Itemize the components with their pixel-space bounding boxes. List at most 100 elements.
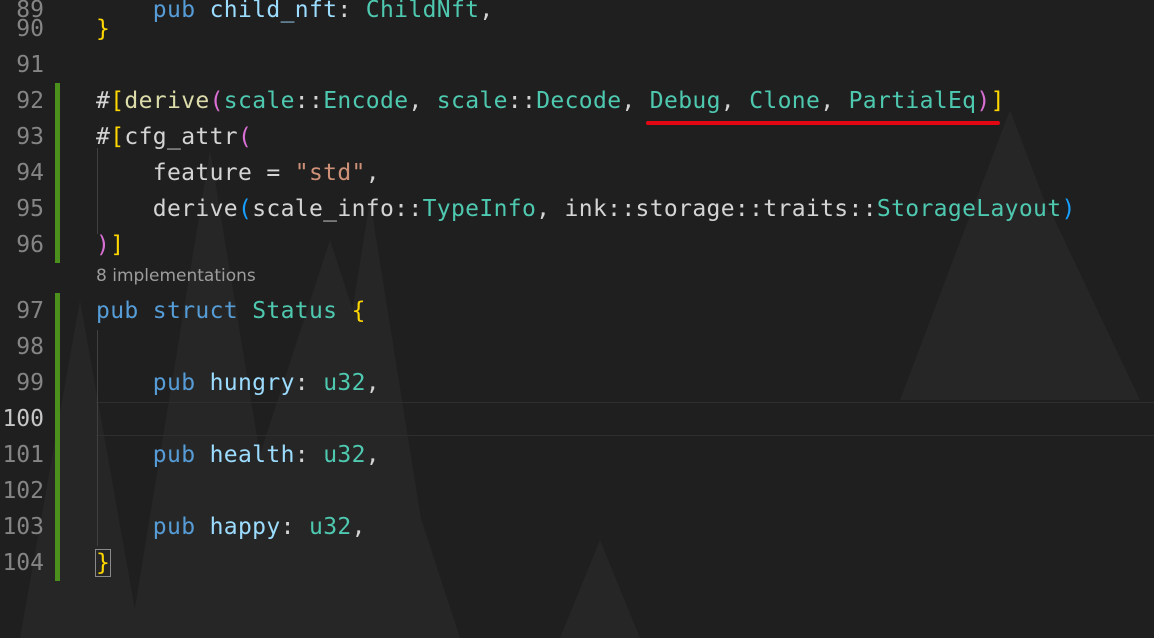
code-token: # (96, 88, 111, 114)
code-text: pub health: u32, (96, 442, 380, 468)
code-token: struct (152, 298, 238, 324)
code-token: , (820, 88, 849, 114)
code-token: ( (209, 88, 224, 114)
code-token: derive (96, 196, 238, 222)
code-text: pub hungry: u32, (96, 370, 380, 396)
code-token: TypeInfo (422, 196, 537, 222)
code-token: Encode (323, 88, 409, 114)
code-text: #[derive(scale::Encode, scale::Decode, D… (96, 88, 1005, 114)
code-token: , (408, 88, 437, 114)
code-line[interactable]: 100 (0, 401, 1154, 437)
code-token: cfg_attr (124, 124, 238, 150)
code-token: : (280, 514, 309, 540)
code-token: } (94, 549, 112, 577)
gutter-modified-marker[interactable] (55, 401, 60, 437)
line-number: 97 (16, 298, 44, 324)
line-number: 91 (16, 52, 44, 78)
code-line[interactable]: 94 feature = "std", (0, 155, 1154, 191)
code-token: happy (209, 514, 281, 540)
code-token: { (351, 298, 366, 324)
annotation-underline (646, 121, 1000, 125)
code-token: Debug (649, 88, 721, 114)
line-number: 94 (16, 160, 44, 186)
gutter-modified-marker[interactable] (55, 227, 60, 263)
code-line[interactable]: 90} (0, 11, 1154, 47)
code-token: :: (507, 88, 537, 114)
gutter-modified-marker[interactable] (55, 329, 60, 365)
code-line[interactable]: 98 (0, 329, 1154, 365)
line-number: 96 (16, 232, 44, 258)
code-token: , (365, 370, 380, 396)
code-token: "std" (294, 160, 366, 186)
gutter-modified-marker[interactable] (55, 437, 60, 473)
code-token: , (365, 442, 380, 468)
gutter-modified-marker[interactable] (55, 155, 60, 191)
code-token: ) (1061, 196, 1076, 222)
code-line[interactable]: 95 derive(scale_info::TypeInfo, ink::sto… (0, 191, 1154, 227)
code-text: pub happy: u32, (96, 514, 366, 540)
gutter-modified-marker[interactable] (55, 365, 60, 401)
code-token: ( (237, 124, 253, 150)
code-token: derive (124, 88, 210, 114)
code-editor[interactable]: 89 pub child_nft: ChildNft, 90} 91 92 #[deri… (0, 0, 1154, 638)
line-number: 90 (16, 16, 44, 42)
code-line[interactable]: 102 (0, 473, 1154, 509)
gutter-modified-marker[interactable] (55, 509, 60, 545)
line-number: 103 (2, 514, 44, 540)
code-token: , (621, 88, 650, 114)
line-number: 102 (2, 478, 44, 504)
line-number: 104 (2, 550, 44, 576)
code-token: u32 (323, 370, 366, 396)
code-token: PartialEq (848, 88, 977, 114)
code-token: pub (96, 298, 139, 324)
code-line[interactable]: 99 pub hungry: u32, (0, 365, 1154, 401)
code-token: hungry (209, 370, 295, 396)
code-token: scale_info (252, 196, 395, 222)
code-line[interactable]: 91 (0, 47, 1154, 83)
code-token: , (720, 88, 750, 114)
line-number: 95 (16, 196, 44, 222)
code-token: u32 (323, 442, 366, 468)
code-token: pub (152, 370, 196, 396)
code-token: , (351, 514, 366, 540)
code-text: feature = "std", (96, 160, 380, 186)
code-text: pub struct Status { (96, 298, 366, 324)
code-token: [ (110, 88, 125, 114)
code-line[interactable]: 103 pub happy: u32, (0, 509, 1154, 545)
code-token: [ (110, 124, 125, 150)
code-token: : (294, 370, 324, 396)
code-line[interactable]: 96)] (0, 227, 1154, 263)
gutter-modified-marker[interactable] (55, 119, 60, 155)
code-line[interactable]: 101 pub health: u32, (0, 437, 1154, 473)
line-number: 93 (16, 124, 44, 150)
code-token: # (96, 124, 111, 150)
code-token: Decode (536, 88, 622, 114)
gutter-modified-marker[interactable] (55, 473, 60, 509)
code-token: scale (436, 88, 508, 114)
code-text: #[cfg_attr( (96, 124, 252, 150)
code-line[interactable]: 92 #[derive(scale::Encode, scale::Decode,… (0, 83, 1154, 119)
line-number: 92 (16, 88, 44, 114)
gutter-modified-marker[interactable] (55, 83, 60, 119)
gutter-modified-marker[interactable] (55, 191, 60, 227)
code-token: pub (152, 514, 196, 540)
indent-guide (97, 148, 98, 234)
gutter-modified-marker[interactable] (55, 293, 60, 329)
code-line[interactable]: 104} (0, 545, 1154, 581)
code-line[interactable]: 97 pub struct Status { (0, 293, 1154, 329)
code-token: :: (294, 88, 324, 114)
code-token: , (365, 160, 380, 186)
line-number: 98 (16, 334, 44, 360)
code-token: ] (990, 88, 1005, 114)
codelens-implementations[interactable]: 8 implementations (96, 266, 256, 286)
gutter-modified-marker[interactable] (55, 545, 60, 581)
line-number: 99 (16, 370, 44, 396)
